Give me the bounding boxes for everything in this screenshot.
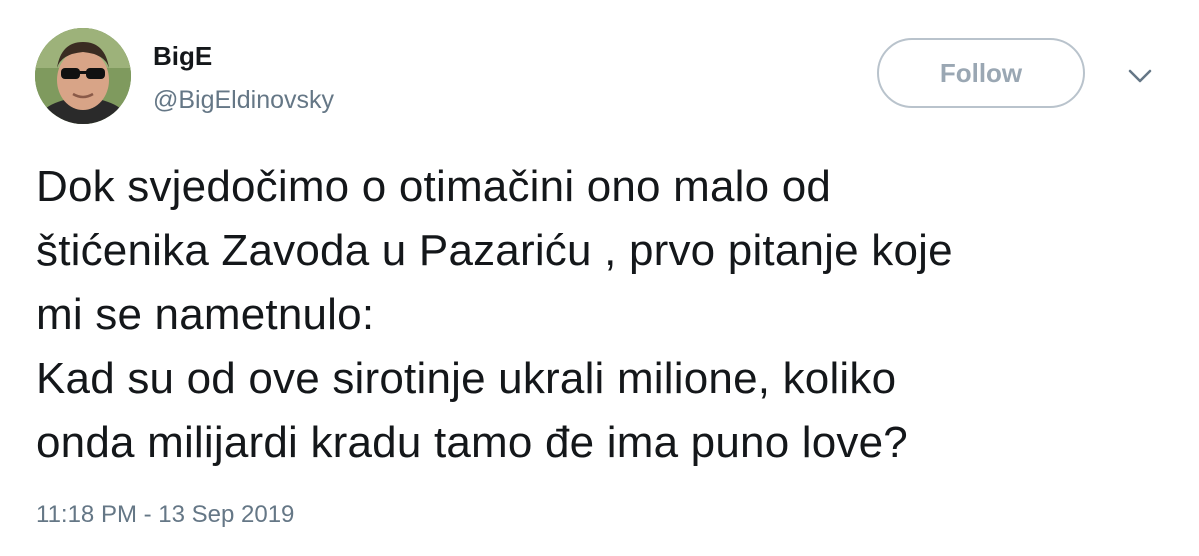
tweet-text-line: Kad su od ove sirotinje ukrali milione, … <box>36 354 897 403</box>
avatar[interactable] <box>35 28 131 124</box>
author-handle[interactable]: @BigEldinovsky <box>153 85 334 115</box>
tweet-text: Dok svjedočimo o otimačini ono malo od š… <box>36 155 1176 475</box>
follow-button[interactable]: Follow <box>877 38 1085 108</box>
tweet-timestamp[interactable]: 11:18 PM - 13 Sep 2019 <box>36 500 294 530</box>
tweet-text-line: Dok svjedočimo o otimačini ono malo od <box>36 162 832 211</box>
author-name[interactable]: BigE <box>153 41 212 71</box>
tweet-text-line: onda milijardi kradu tamo đe ima puno lo… <box>36 418 908 467</box>
chevron-down-icon[interactable] <box>1126 66 1154 86</box>
tweet-card: BigE @BigEldinovsky Follow Dok svjedočim… <box>0 0 1199 556</box>
tweet-text-line: mi se nametnulo: <box>36 290 375 339</box>
tweet-text-line: štićenika Zavoda u Pazariću , prvo pitan… <box>36 226 953 275</box>
avatar-image <box>35 28 131 124</box>
